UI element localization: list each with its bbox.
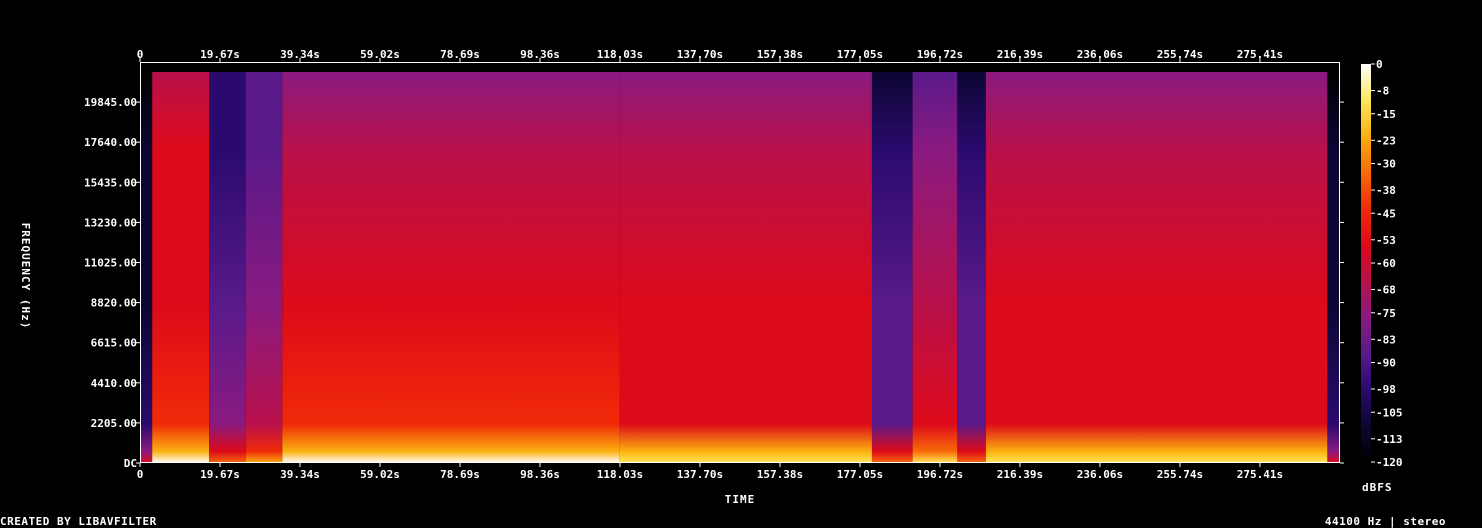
x-tick-label-bottom: 255.74s — [1157, 468, 1203, 481]
x-tick-label-bottom: 0 — [137, 468, 144, 481]
y-tick-label: 6615.00 — [91, 337, 137, 350]
x-tick-label-bottom: 98.36s — [520, 468, 560, 481]
y-tick-label: 8820.00 — [91, 297, 137, 310]
x-tick-label-top: 255.74s — [1157, 48, 1203, 61]
footer-credit: CREATED BY LIBAVFILTER — [0, 515, 157, 528]
x-tick-label-bottom: 275.41s — [1237, 468, 1283, 481]
footer-audio-info: 44100 Hz | stereo — [1324, 515, 1446, 528]
x-tick-label-bottom: 39.34s — [280, 468, 320, 481]
x-tick-label-top: 236.06s — [1077, 48, 1123, 61]
colorbar-tick-label: -83 — [1376, 333, 1396, 346]
x-tick-label-top: 98.36s — [520, 48, 560, 61]
x-tick-label-top: 216.39s — [997, 48, 1043, 61]
x-tick-label-top: 275.41s — [1237, 48, 1283, 61]
x-axis-title: TIME — [725, 493, 756, 506]
colorbar — [1361, 64, 1371, 462]
colorbar-tick-label: -45 — [1376, 207, 1396, 220]
y-tick-label: 19845.00 — [84, 96, 137, 109]
colorbar-title: dBFS — [1362, 481, 1393, 494]
colorbar-tick-label: -105 — [1376, 406, 1403, 419]
x-tick-label-bottom: 216.39s — [997, 468, 1043, 481]
x-tick-label-bottom: 19.67s — [200, 468, 240, 481]
y-tick-label: 15435.00 — [84, 176, 137, 189]
colorbar-tick-label: -75 — [1376, 307, 1396, 320]
y-tick-label: DC — [124, 457, 137, 470]
x-tick-label-top: 118.03s — [597, 48, 643, 61]
x-tick-label-top: 137.70s — [677, 48, 723, 61]
colorbar-tick-label: 0 — [1376, 58, 1383, 71]
colorbar-tick-label: -38 — [1376, 184, 1396, 197]
x-tick-label-bottom: 137.70s — [677, 468, 723, 481]
plot-frame — [140, 62, 1340, 463]
colorbar-tick-label: -23 — [1376, 134, 1396, 147]
x-tick-label-bottom: 236.06s — [1077, 468, 1123, 481]
x-tick-label-top: 196.72s — [917, 48, 963, 61]
x-tick-label-top: 39.34s — [280, 48, 320, 61]
x-tick-label-top: 78.69s — [440, 48, 480, 61]
colorbar-tick-label: -53 — [1376, 234, 1396, 247]
x-tick-label-top: 177.05s — [837, 48, 883, 61]
x-tick-label-bottom: 118.03s — [597, 468, 643, 481]
y-tick-label: 11025.00 — [84, 257, 137, 270]
colorbar-tick-label: -30 — [1376, 158, 1396, 171]
y-tick-label: 13230.00 — [84, 216, 137, 229]
colorbar-tick-label: -15 — [1376, 108, 1396, 121]
colorbar-tick-label: -8 — [1376, 85, 1389, 98]
x-tick-label-top: 59.02s — [360, 48, 400, 61]
y-tick-label: 2205.00 — [91, 417, 137, 430]
x-tick-label-top: 19.67s — [200, 48, 240, 61]
colorbar-tick-label: -120 — [1376, 456, 1403, 469]
x-tick-label-bottom: 59.02s — [360, 468, 400, 481]
x-tick-label-top: 0 — [137, 48, 144, 61]
x-tick-label-bottom: 78.69s — [440, 468, 480, 481]
colorbar-tick-label: -90 — [1376, 357, 1396, 370]
colorbar-tick-label: -113 — [1376, 433, 1403, 446]
x-tick-label-bottom: 196.72s — [917, 468, 963, 481]
x-tick-label-bottom: 157.38s — [757, 468, 803, 481]
y-axis-title: FREQUENCY (Hz) — [19, 223, 32, 330]
x-tick-label-bottom: 177.05s — [837, 468, 883, 481]
colorbar-tick-label: -68 — [1376, 284, 1396, 297]
x-tick-label-top: 157.38s — [757, 48, 803, 61]
y-tick-label: 17640.00 — [84, 136, 137, 149]
colorbar-tick-label: -60 — [1376, 257, 1396, 270]
y-tick-label: 4410.00 — [91, 377, 137, 390]
colorbar-tick-label: -98 — [1376, 383, 1396, 396]
